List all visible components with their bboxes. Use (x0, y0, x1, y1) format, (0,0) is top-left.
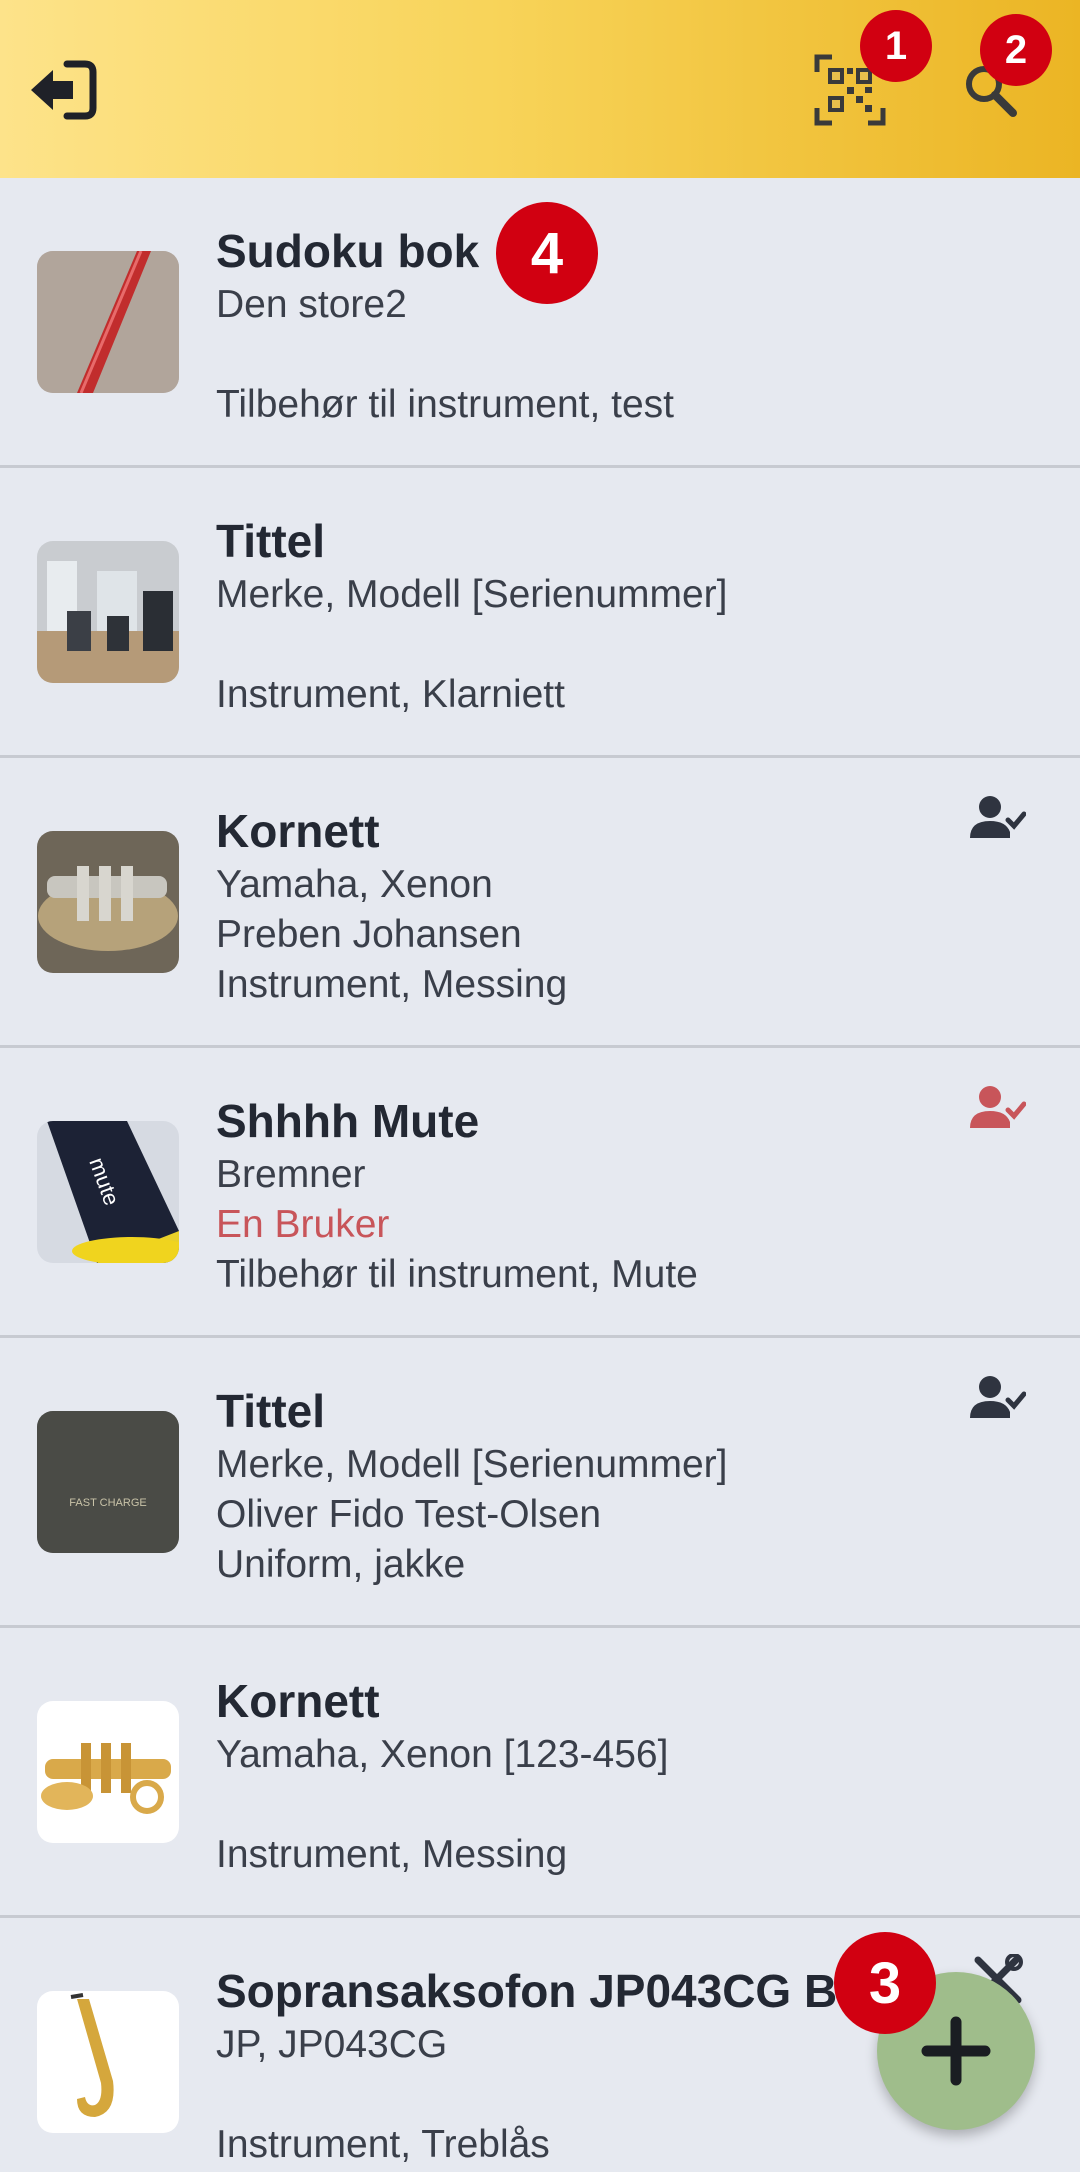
item-category: Uniform, jakke (216, 1543, 466, 1586)
item-category: Tilbehør til instrument, test (216, 383, 675, 426)
item-brand-model: Yamaha, Xenon [123-456] (216, 1733, 669, 1776)
item-brand-model: Merke, Modell [Serienummer] (216, 573, 728, 616)
list-item[interactable]: Tittel Merke, Modell [Serienummer] Instr… (0, 468, 1080, 758)
item-holder: Oliver Fido Test-Olsen (216, 1493, 602, 1536)
item-holder (216, 620, 960, 670)
item-thumbnail: mute (37, 1121, 179, 1263)
annotation-badge-search: 2 (980, 14, 1052, 86)
annotation-badge-first-item: 4 (496, 202, 598, 304)
item-category: Instrument, Klarniett (216, 673, 565, 716)
item-title: Kornett (216, 1675, 380, 1727)
item-holder (216, 2070, 960, 2120)
list-item[interactable]: Kornett Yamaha, Xenon Preben Johansen In… (0, 758, 1080, 1048)
annotation-badge-fab: 3 (834, 1932, 936, 2034)
item-thumbnail (37, 541, 179, 683)
list-item[interactable]: FAST CHARGE Tittel Merke, Modell [Serien… (0, 1338, 1080, 1628)
item-holder: Preben Johansen (216, 913, 522, 956)
inventory-list: Sudoku bok Den store2 Tilbehør til instr… (0, 178, 1080, 2172)
item-thumbnail (37, 831, 179, 973)
item-thumbnail (37, 251, 179, 393)
user-check-icon (970, 1376, 1026, 1418)
user-check-icon (970, 796, 1026, 838)
item-category: Tilbehør til instrument, Mute (216, 1253, 698, 1296)
annotation-badge-qr: 1 (860, 10, 932, 82)
item-title: Tittel (216, 1385, 326, 1437)
list-item[interactable]: Kornett Yamaha, Xenon [123-456] Instrume… (0, 1628, 1080, 1918)
item-brand-model: Merke, Modell [Serienummer] (216, 1443, 728, 1486)
item-holder: En Bruker (216, 1203, 390, 1246)
item-brand-model: Den store2 (216, 283, 407, 326)
item-holder (216, 1780, 960, 1830)
item-holder (216, 330, 960, 380)
item-title: Tittel (216, 515, 326, 567)
item-category: Instrument, Messing (216, 963, 568, 1006)
item-title: Kornett (216, 805, 380, 857)
user-check-icon (970, 1086, 1026, 1128)
logout-arrow-icon (31, 60, 97, 120)
svg-text:FAST CHARGE: FAST CHARGE (69, 1497, 146, 1509)
item-thumbnail: FAST CHARGE (37, 1411, 179, 1553)
item-thumbnail (37, 1991, 179, 2133)
item-brand-model: Bremner (216, 1153, 366, 1196)
item-thumbnail (37, 1701, 179, 1843)
item-category: Instrument, Treblås (216, 2123, 550, 2166)
list-item[interactable]: mute Shhhh Mute Bremner En Bruker Tilbeh… (0, 1048, 1080, 1338)
item-brand-model: JP, JP043CG (216, 2023, 448, 2066)
item-title: Shhhh Mute (216, 1095, 480, 1147)
plus-icon (921, 2016, 991, 2086)
item-brand-model: Yamaha, Xenon (216, 863, 493, 906)
back-button[interactable] (22, 50, 102, 130)
item-category: Instrument, Messing (216, 1833, 568, 1876)
